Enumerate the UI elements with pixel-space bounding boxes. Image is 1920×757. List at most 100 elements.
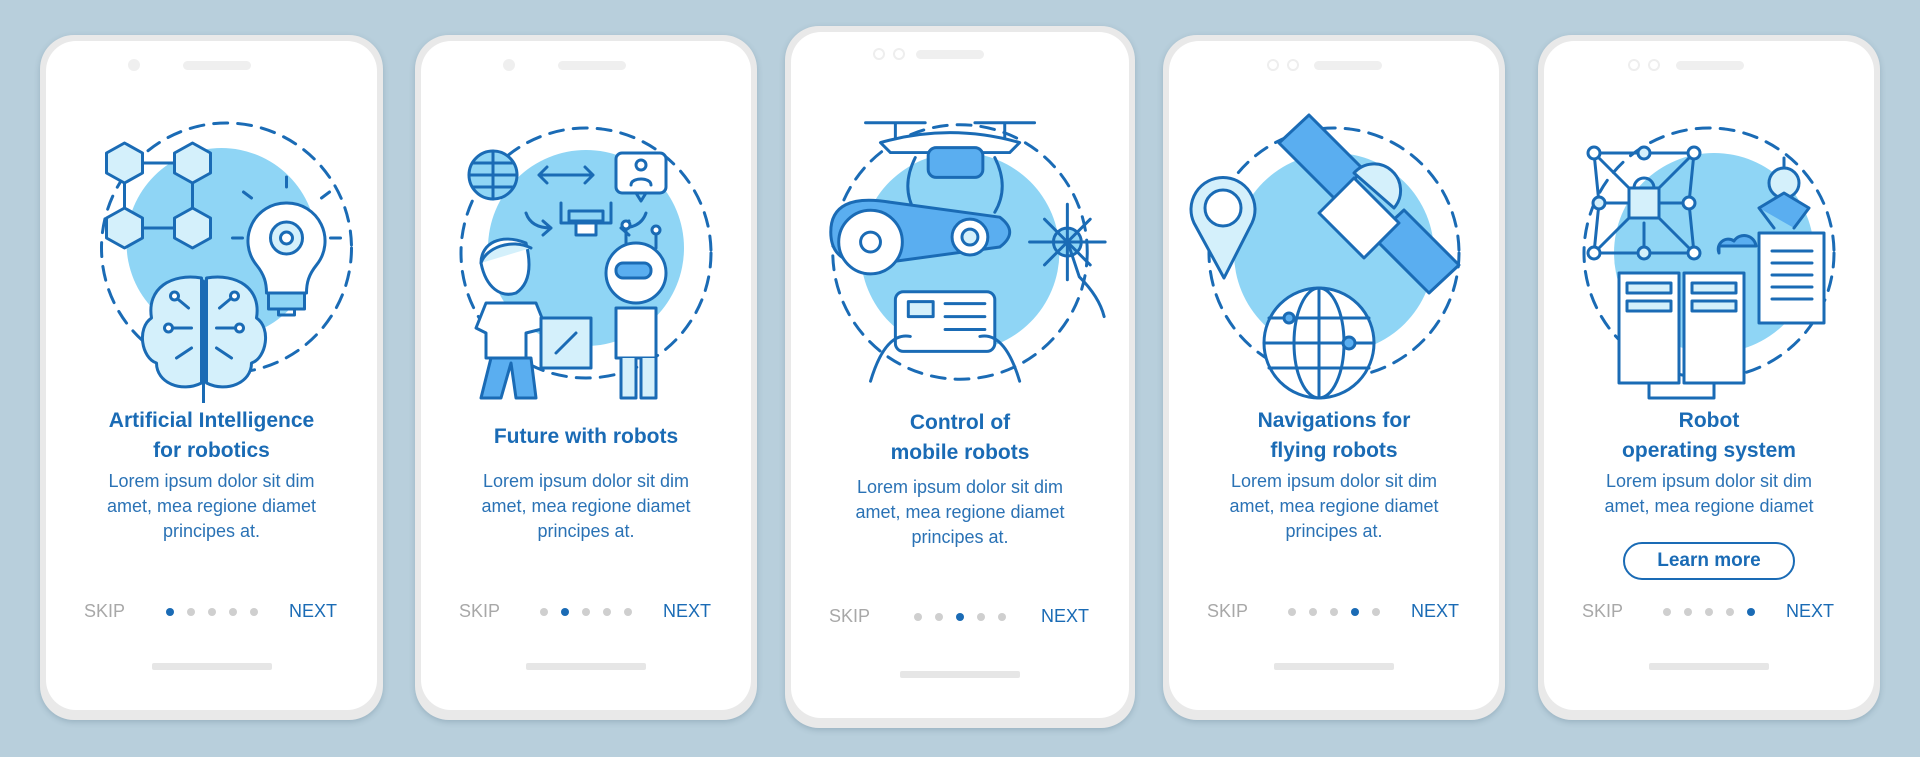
skip-button[interactable]: SKIP	[829, 606, 870, 627]
pagination-dots	[914, 613, 1006, 621]
phone-screen: Artificial Intelligence for robotics Lor…	[46, 41, 377, 710]
brain-circuit-icon	[140, 275, 268, 405]
page-dot-4[interactable]	[603, 608, 611, 616]
pagination-dots	[540, 608, 632, 616]
pagination-dots	[1663, 608, 1755, 616]
onboarding-screen-3: Control of mobile robots Lorem ipsum dol…	[785, 26, 1135, 728]
description-line: principes at.	[537, 521, 635, 541]
next-button[interactable]: NEXT	[1041, 606, 1089, 627]
onboarding-screen-1: Artificial Intelligence for robotics Lor…	[40, 35, 383, 720]
screen-description: Lorem ipsum dolor sit dim amet, mea regi…	[811, 475, 1109, 550]
speaker-slot	[1314, 61, 1382, 70]
speaker-slot	[183, 61, 251, 70]
sensor-dot	[893, 48, 905, 60]
description-line: amet, mea regione diamet	[1604, 496, 1814, 516]
page-dot-5[interactable]	[1372, 608, 1380, 616]
home-indicator[interactable]	[1274, 663, 1394, 670]
screen-title: Control of mobile robots	[801, 408, 1119, 468]
onboarding-nav: SKIP NEXT	[1544, 601, 1874, 625]
home-indicator[interactable]	[526, 663, 646, 670]
page-dot-1[interactable]	[540, 608, 548, 616]
onboarding-nav: SKIP NEXT	[46, 601, 377, 625]
page-dot-2[interactable]	[561, 608, 569, 616]
skip-button[interactable]: SKIP	[459, 601, 500, 622]
screen-title: Future with robots	[431, 422, 741, 452]
page-dot-4[interactable]	[228, 608, 237, 616]
title-line: flying robots	[1270, 439, 1398, 462]
description-line: Lorem ipsum dolor sit dim	[108, 471, 315, 491]
robot-os-illustration	[1544, 103, 1874, 403]
sensor-dot	[1648, 59, 1660, 71]
camera-dot	[128, 59, 140, 71]
flying-robots-navigation-illustration	[1169, 103, 1499, 403]
camera-dot	[503, 59, 515, 71]
next-button[interactable]: NEXT	[1411, 601, 1459, 622]
page-dot-5[interactable]	[998, 613, 1006, 621]
phone-screen: Control of mobile robots Lorem ipsum dol…	[791, 32, 1129, 718]
description-line: amet, mea regione diamet	[481, 496, 691, 516]
screen-description: Lorem ipsum dolor sit dim amet, mea regi…	[1564, 469, 1854, 519]
page-dot-3[interactable]	[1330, 608, 1338, 616]
page-dot-3[interactable]	[207, 608, 216, 616]
onboarding-nav: SKIP NEXT	[791, 606, 1129, 630]
title-line: for robotics	[153, 439, 270, 462]
screen-description: Lorem ipsum dolor sit dim amet, mea regi…	[66, 469, 357, 544]
onboarding-nav: SKIP NEXT	[421, 601, 751, 625]
home-indicator[interactable]	[900, 671, 1020, 678]
skip-button[interactable]: SKIP	[1582, 601, 1623, 622]
description-line: amet, mea regione diamet	[1229, 496, 1439, 516]
pagination-dots	[165, 608, 258, 616]
page-dot-5[interactable]	[624, 608, 632, 616]
secure-network-icon	[1586, 145, 1702, 261]
box-icon	[539, 316, 593, 370]
page-dot-1[interactable]	[1288, 608, 1296, 616]
page-dot-3[interactable]	[582, 608, 590, 616]
page-dot-4[interactable]	[977, 613, 985, 621]
screen-title: Artificial Intelligence for robotics	[56, 406, 367, 466]
onboarding-nav: SKIP NEXT	[1169, 601, 1499, 625]
document-icon	[1757, 231, 1826, 325]
user-chat-icon	[614, 151, 668, 203]
page-dot-5[interactable]	[249, 608, 258, 616]
camera-dot	[1628, 59, 1640, 71]
home-indicator[interactable]	[1649, 663, 1769, 670]
sensor-dot	[1287, 59, 1299, 71]
camera-dot	[873, 48, 885, 60]
page-dot-2[interactable]	[186, 608, 195, 616]
next-button[interactable]: NEXT	[663, 601, 711, 622]
skip-button[interactable]: SKIP	[84, 601, 125, 622]
camera-dot	[1267, 59, 1279, 71]
speaker-slot	[916, 50, 984, 59]
description-line: amet, mea regione diamet	[106, 496, 317, 516]
page-dot-1[interactable]	[914, 613, 922, 621]
speaker-slot	[558, 61, 626, 70]
page-dot-4[interactable]	[1351, 608, 1359, 616]
learn-more-button[interactable]: Learn more	[1623, 542, 1795, 580]
title-line: Control of	[909, 411, 1011, 434]
page-dot-3[interactable]	[956, 613, 964, 621]
skip-button[interactable]: SKIP	[1207, 601, 1248, 622]
next-button[interactable]: NEXT	[289, 601, 337, 622]
description-line: principes at.	[911, 527, 1009, 547]
speaker-slot	[1676, 61, 1744, 70]
globe-icon	[467, 149, 519, 201]
page-dot-5[interactable]	[1747, 608, 1755, 616]
page-dot-3[interactable]	[1705, 608, 1713, 616]
next-button[interactable]: NEXT	[1786, 601, 1834, 622]
page-dot-2[interactable]	[1684, 608, 1692, 616]
page-dot-4[interactable]	[1726, 608, 1734, 616]
phone-screen: Navigations for flying robots Lorem ipsu…	[1169, 41, 1499, 710]
page-dot-1[interactable]	[1663, 608, 1671, 616]
globe-network-icon	[1262, 286, 1376, 400]
onboarding-screen-4: Navigations for flying robots Lorem ipsu…	[1163, 35, 1505, 720]
page-dot-1[interactable]	[165, 608, 174, 616]
title-line: Robot	[1678, 409, 1740, 432]
description-line: principes at.	[162, 521, 261, 541]
page-dot-2[interactable]	[935, 613, 943, 621]
title-line: Artificial Intelligence	[108, 409, 315, 432]
onboarding-screen-5: Robot operating system Lorem ipsum dolor…	[1538, 35, 1880, 720]
description-line: Lorem ipsum dolor sit dim	[856, 477, 1064, 497]
home-indicator[interactable]	[151, 663, 272, 670]
page-dot-2[interactable]	[1309, 608, 1317, 616]
title-line: Future with robots	[493, 425, 679, 448]
